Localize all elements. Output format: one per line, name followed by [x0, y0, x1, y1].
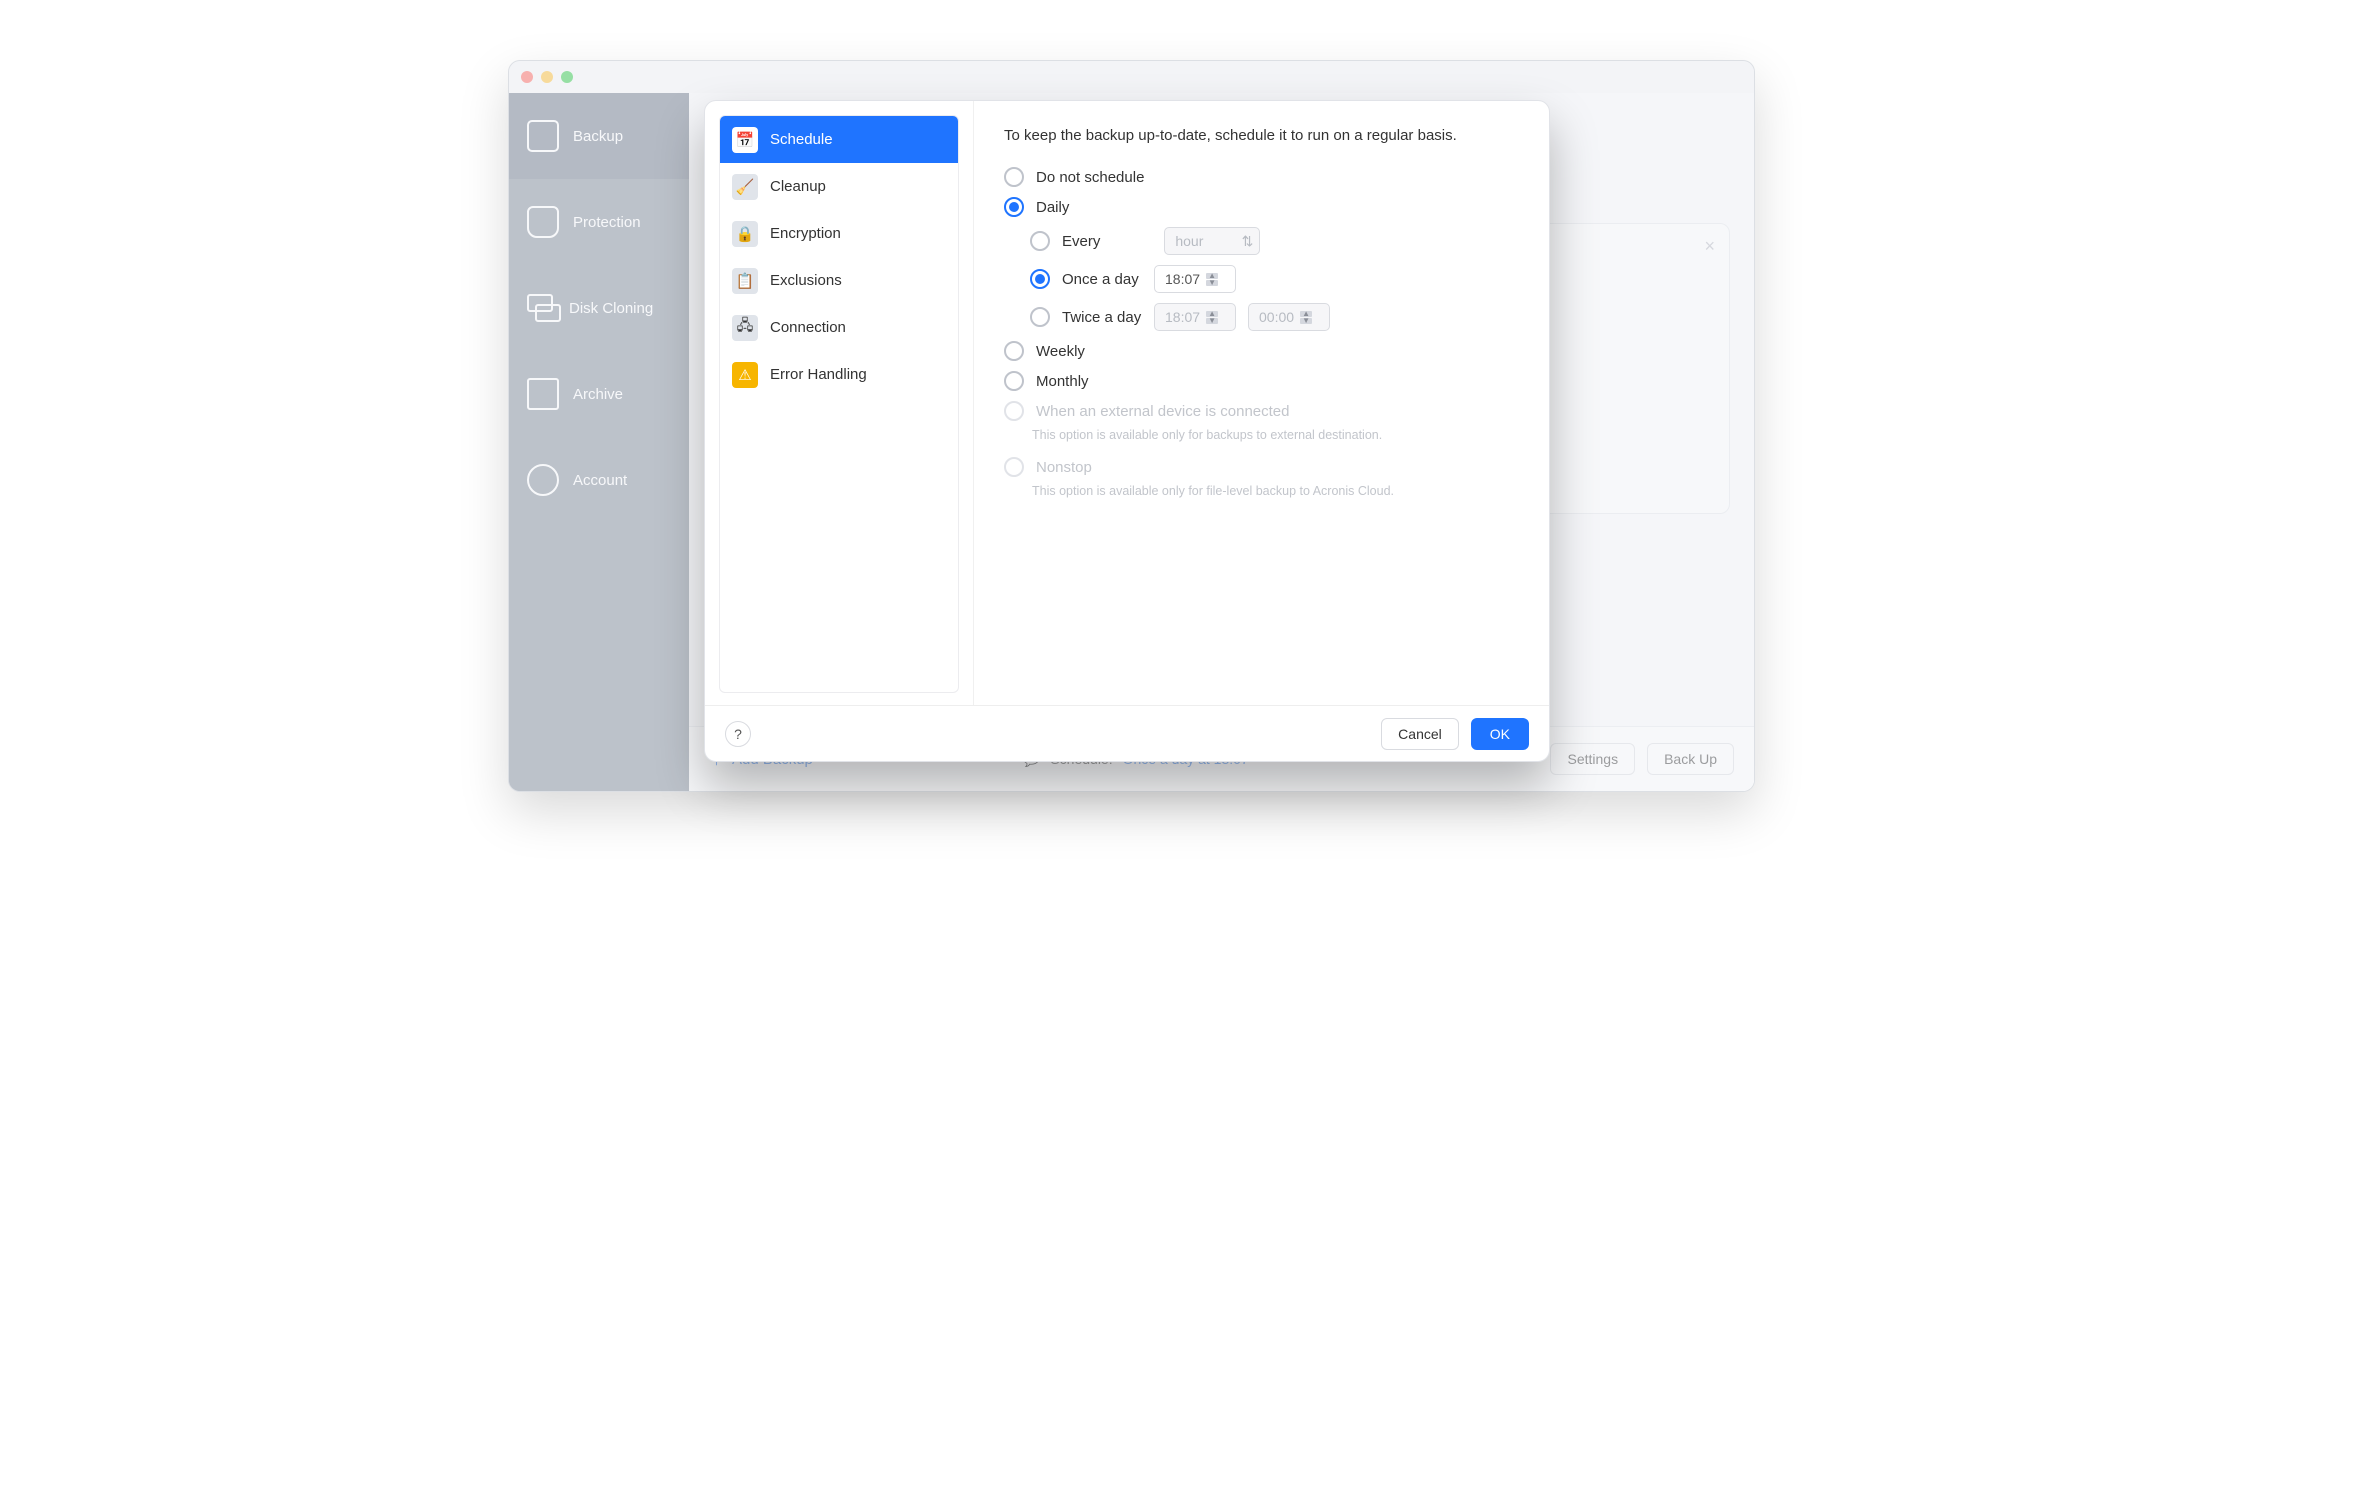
option-do-not-schedule[interactable]: Do not schedule	[1004, 162, 1519, 192]
stepper-icon[interactable]: ▲▼	[1300, 311, 1312, 324]
backup-button[interactable]: Back Up	[1647, 743, 1734, 775]
calendar-icon: 📅	[732, 127, 758, 153]
radio-icon[interactable]	[1004, 341, 1024, 361]
time-value: 18:07	[1165, 271, 1200, 287]
once-a-day-time[interactable]: 18:07 ▲▼	[1154, 265, 1236, 293]
option-once-a-day[interactable]: Once a day 18:07 ▲▼	[1004, 260, 1519, 298]
broom-icon: 🧹	[732, 174, 758, 200]
chevron-updown-icon: ⇅	[1242, 233, 1254, 250]
option-label: Twice a day	[1062, 309, 1142, 326]
option-every[interactable]: Every hour ⇅	[1004, 222, 1519, 260]
modal-content: To keep the backup up-to-date, schedule …	[974, 101, 1549, 705]
list-icon: 📋	[732, 268, 758, 294]
stepper-icon[interactable]: ▲▼	[1206, 311, 1218, 324]
radio-icon	[1004, 401, 1024, 421]
option-label: Do not schedule	[1036, 169, 1144, 186]
close-window-icon[interactable]	[521, 71, 533, 83]
modal-footer: ? Cancel OK	[705, 705, 1549, 762]
option-label: Nonstop	[1036, 459, 1092, 476]
stepper-icon[interactable]: ▲▼	[1206, 273, 1218, 286]
option-label: When an external device is connected	[1036, 403, 1289, 420]
modal-tab-label: Schedule	[770, 131, 833, 148]
close-icon[interactable]: ×	[1704, 236, 1715, 257]
radio-icon	[1004, 457, 1024, 477]
time-value: 18:07	[1165, 309, 1200, 325]
sidebar-item-label: Account	[573, 472, 627, 489]
modal-tab-cleanup[interactable]: 🧹 Cleanup	[720, 163, 958, 210]
sidebar-item-backup[interactable]: Backup	[509, 93, 689, 179]
option-label: Daily	[1036, 199, 1069, 216]
option-label: Every	[1062, 233, 1100, 250]
modal-sidebar: 📅 Schedule 🧹 Cleanup 🔒 Encryption 📋 Excl…	[705, 101, 974, 705]
sidebar-item-label: Disk Cloning	[569, 300, 653, 317]
modal-tab-label: Cleanup	[770, 178, 826, 195]
modal-tab-label: Exclusions	[770, 272, 842, 289]
sidebar-item-label: Protection	[573, 214, 641, 231]
option-label: Weekly	[1036, 343, 1085, 360]
window-titlebar[interactable]	[509, 61, 1754, 93]
option-label: Once a day	[1062, 271, 1142, 288]
lock-icon: 🔒	[732, 221, 758, 247]
modal-tab-schedule[interactable]: 📅 Schedule	[720, 116, 958, 163]
modal-headline: To keep the backup up-to-date, schedule …	[1004, 127, 1519, 144]
sidebar-item-archive[interactable]: Archive	[509, 351, 689, 437]
cancel-button[interactable]: Cancel	[1381, 718, 1459, 750]
archive-icon	[527, 378, 559, 410]
disk-cloning-icon	[527, 294, 555, 322]
time-value: 00:00	[1259, 309, 1294, 325]
option-weekly[interactable]: Weekly	[1004, 336, 1519, 366]
sidebar-item-label: Backup	[573, 128, 623, 145]
minimize-window-icon[interactable]	[541, 71, 553, 83]
sidebar-item-disk-cloning[interactable]: Disk Cloning	[509, 265, 689, 351]
sidebar-item-label: Archive	[573, 386, 623, 403]
option-external-hint: This option is available only for backup…	[1004, 426, 1519, 452]
radio-icon[interactable]	[1030, 269, 1050, 289]
option-nonstop: Nonstop	[1004, 452, 1519, 482]
radio-icon[interactable]	[1004, 167, 1024, 187]
user-icon	[527, 464, 559, 496]
radio-icon[interactable]	[1030, 231, 1050, 251]
select-value: hour	[1175, 233, 1203, 249]
every-unit-select[interactable]: hour ⇅	[1164, 227, 1260, 255]
radio-icon[interactable]	[1004, 197, 1024, 217]
shield-icon	[527, 206, 559, 238]
help-button[interactable]: ?	[725, 721, 751, 747]
option-monthly[interactable]: Monthly	[1004, 366, 1519, 396]
modal-tab-error-handling[interactable]: ⚠ Error Handling	[720, 351, 958, 398]
settings-modal: 📅 Schedule 🧹 Cleanup 🔒 Encryption 📋 Excl…	[704, 100, 1550, 762]
ok-button[interactable]: OK	[1471, 718, 1529, 750]
modal-tab-encryption[interactable]: 🔒 Encryption	[720, 210, 958, 257]
radio-icon[interactable]	[1030, 307, 1050, 327]
modal-tab-label: Encryption	[770, 225, 841, 242]
radio-icon[interactable]	[1004, 371, 1024, 391]
modal-tab-connection[interactable]: 🖧 Connection	[720, 304, 958, 351]
option-external-device: When an external device is connected	[1004, 396, 1519, 426]
warning-icon: ⚠	[732, 362, 758, 388]
app-sidebar: Backup Protection Disk Cloning Archive A…	[509, 93, 689, 791]
option-nonstop-hint: This option is available only for file-l…	[1004, 482, 1519, 508]
option-twice-a-day[interactable]: Twice a day 18:07 ▲▼ 00:00 ▲▼	[1004, 298, 1519, 336]
settings-button[interactable]: Settings	[1550, 743, 1635, 775]
modal-tab-exclusions[interactable]: 📋 Exclusions	[720, 257, 958, 304]
backup-icon	[527, 120, 559, 152]
sidebar-item-account[interactable]: Account	[509, 437, 689, 523]
network-icon: 🖧	[732, 315, 758, 341]
option-daily[interactable]: Daily	[1004, 192, 1519, 222]
zoom-window-icon[interactable]	[561, 71, 573, 83]
sidebar-item-protection[interactable]: Protection	[509, 179, 689, 265]
twice-time-1[interactable]: 18:07 ▲▼	[1154, 303, 1236, 331]
modal-tab-label: Error Handling	[770, 366, 867, 383]
modal-tab-label: Connection	[770, 319, 846, 336]
option-label: Monthly	[1036, 373, 1089, 390]
twice-time-2[interactable]: 00:00 ▲▼	[1248, 303, 1330, 331]
